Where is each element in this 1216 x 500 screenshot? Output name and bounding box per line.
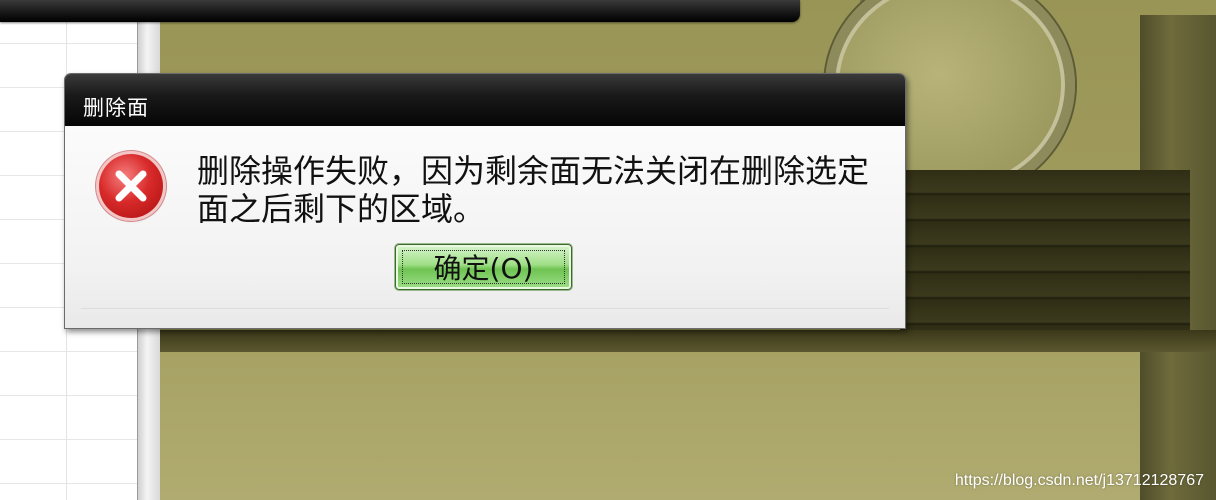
dialog-title: 删除面	[83, 96, 149, 120]
ok-button[interactable]: 确定(O)	[395, 244, 572, 290]
delete-face-dialog: 删除面 删除操作失败，因为剩余面无法关闭在删除选定面之后剩下的区域。 确定(O)	[64, 73, 906, 329]
model-ledge	[160, 330, 1216, 352]
error-icon	[99, 154, 163, 218]
model-slot	[900, 170, 1190, 340]
error-message: 删除操作失败，因为剩余面无法关闭在删除选定面之后剩下的区域。	[197, 152, 870, 228]
top-toolbar	[0, 0, 800, 22]
ok-button-label: 确定(O)	[433, 252, 534, 285]
dialog-divider	[81, 308, 889, 309]
dialog-body: 删除操作失败，因为剩余面无法关闭在删除选定面之后剩下的区域。 确定(O)	[65, 126, 905, 328]
dialog-titlebar[interactable]: 删除面	[65, 74, 905, 126]
watermark-text: https://blog.csdn.net/j13712128767	[954, 472, 1204, 489]
